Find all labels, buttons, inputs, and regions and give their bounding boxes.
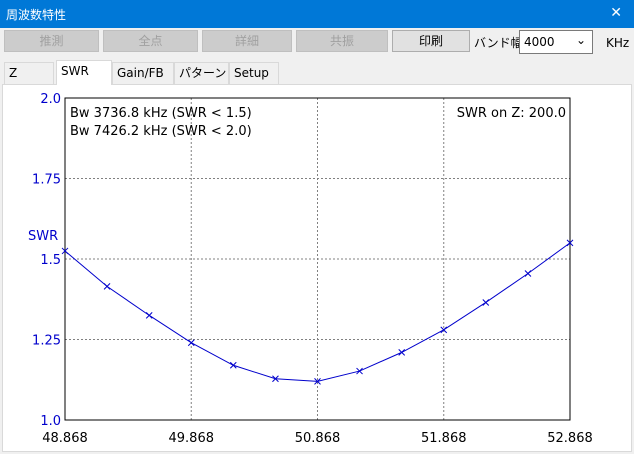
print-button[interactable]: 印刷 (392, 30, 470, 52)
x-tick-label: 52.868 (547, 431, 593, 446)
band-width-select[interactable]: 4000 ⌄ (519, 30, 593, 54)
swr-chart-panel: 48.868 49.868 50.868 51.868 52.868 1.0 1.25 1.5… (2, 84, 632, 452)
swr-data-point (103, 283, 111, 290)
title-bar: 周波数特性 ✕ (0, 0, 634, 28)
y-axis-label: SWR (28, 229, 58, 244)
toolbar: 推測 全点 詳細 共振 印刷 バンド幅 4000 ⌄ KHz (0, 28, 634, 58)
detail-button[interactable]: 詳細 (202, 30, 292, 52)
window-title: 周波数特性 (6, 8, 67, 22)
y-tick-label: 1.25 (32, 334, 61, 349)
tab-setup[interactable]: Setup (229, 62, 279, 84)
tab-pattern[interactable]: パターン (174, 62, 229, 84)
band-unit-label: KHz (606, 36, 630, 50)
all-points-button[interactable]: 全点 (103, 30, 198, 52)
swr-data-point (229, 361, 237, 369)
tab-swr[interactable]: SWR (56, 60, 112, 85)
y-tick-label: 1.0 (40, 414, 61, 429)
x-tick-label: 48.868 (42, 431, 88, 446)
swr-data-point (187, 339, 195, 347)
band-width-label: バンド幅 (474, 36, 523, 50)
swr-data-point (482, 299, 490, 306)
chevron-down-icon: ⌄ (575, 33, 586, 47)
x-tick-label: 49.868 (169, 431, 215, 446)
bandwidth-2-0-annotation: Bw 7426.2 kHz (SWR < 2.0) (70, 124, 252, 139)
x-tick-label: 51.868 (421, 431, 467, 446)
y-tick-label: 2.0 (40, 92, 61, 107)
close-icon[interactable]: ✕ (610, 5, 622, 21)
swr-data-point (524, 270, 532, 277)
tab-bar: Z SWR Gain/FB パターン Setup (0, 60, 634, 85)
swr-data-point (398, 349, 406, 356)
tab-z[interactable]: Z (4, 62, 54, 84)
bandwidth-1-5-annotation: Bw 3736.8 kHz (SWR < 1.5) (70, 106, 252, 121)
x-tick-label: 50.868 (295, 431, 341, 446)
swr-data-point (145, 311, 153, 319)
estimate-button[interactable]: 推測 (4, 30, 99, 52)
tab-gain-fb[interactable]: Gain/FB (112, 62, 174, 84)
swr-chart: 48.868 49.868 50.868 51.868 52.868 1.0 1.25 1.5… (28, 92, 593, 446)
band-width-value: 4000 (524, 35, 555, 49)
swr-reference-impedance-annotation: SWR on Z: 200.0 (457, 106, 566, 121)
y-tick-label: 1.5 (40, 253, 61, 268)
y-tick-label: 1.75 (32, 173, 61, 188)
resonance-button[interactable]: 共振 (296, 30, 388, 52)
